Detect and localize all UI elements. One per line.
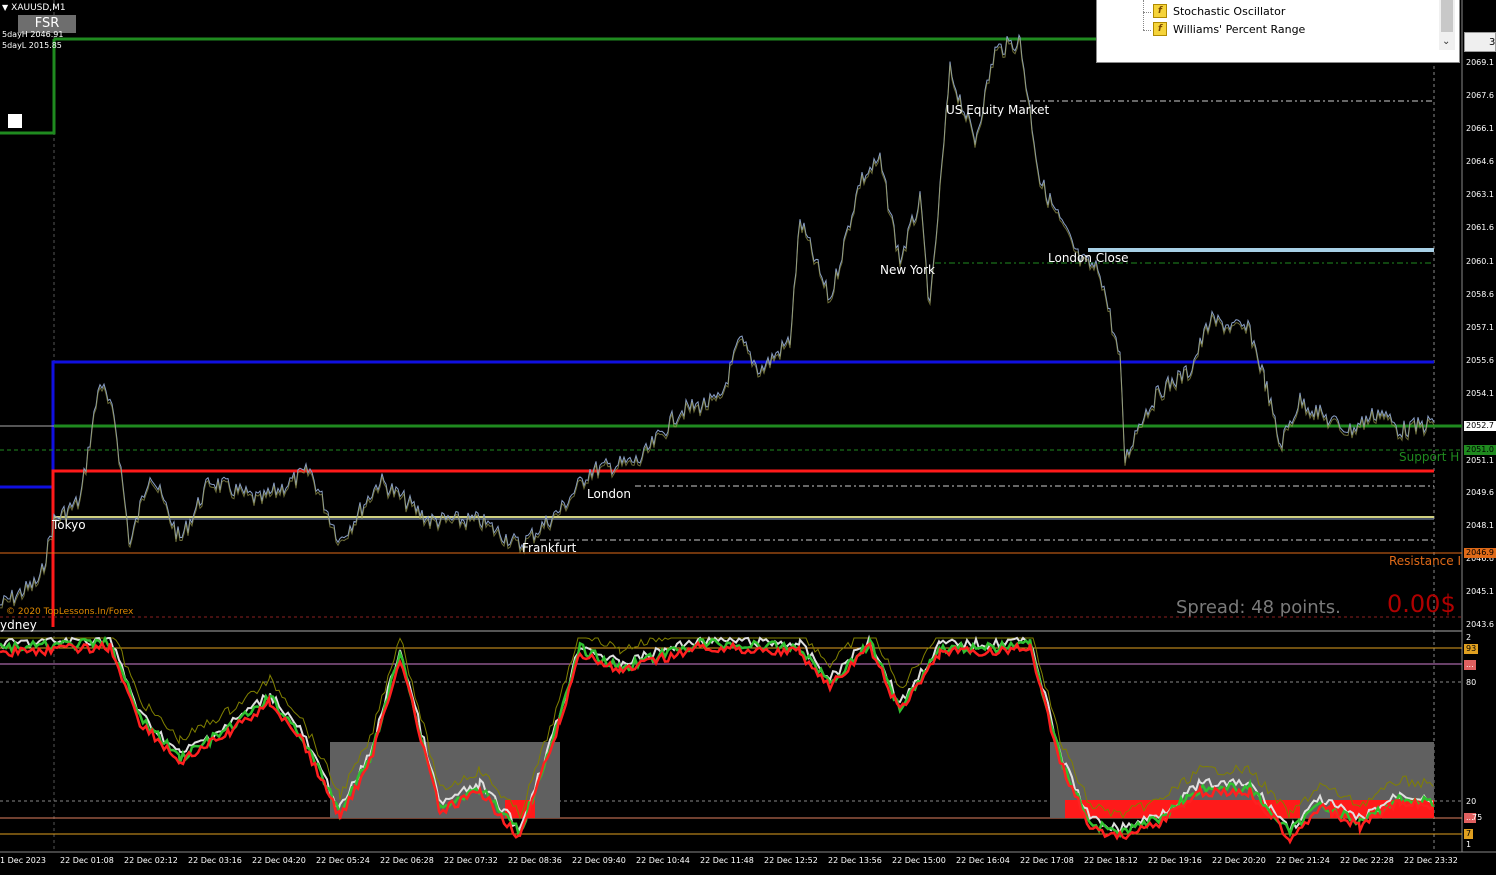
five-day-high-label: 5dayH 2046.91 [2,30,64,39]
time-tick-label: 22 Dec 07:32 [444,856,498,865]
navigator-panel[interactable]: f Stochastic Oscillator f Williams' Perc… [1096,0,1460,63]
osc-axis-bottom: 1 [1466,840,1472,849]
time-tick-label: 22 Dec 05:24 [316,856,370,865]
nav-item-label: Williams' Percent Range [1173,22,1306,36]
time-tick-label: 22 Dec 06:28 [380,856,434,865]
time-tick-label: 22 Dec 20:20 [1212,856,1266,865]
price-tick-label: 2064.6 [1466,157,1494,166]
support-price-tag: 2051.0 [1464,445,1496,455]
osc-tag-mid: ... [1464,660,1476,670]
osc-tag-93: 93 [1464,644,1479,654]
toolbar-box[interactable]: 3 [1464,32,1496,52]
price-tick-label: 2045.1 [1466,587,1494,596]
price-tick-label: 2066.1 [1466,124,1494,133]
price-tick-label: 2054.1 [1466,389,1494,398]
copyright-label: © 2020 TopLessons.In/Forex [6,607,134,617]
time-tick-label: 22 Dec 13:56 [828,856,882,865]
time-tick-label: 22 Dec 10:44 [636,856,690,865]
nav-item-williams[interactable]: f Williams' Percent Range [1153,22,1305,36]
symbol-text: XAUUSD,M1 [11,3,66,13]
price-tick-label: 2049.6 [1466,488,1494,497]
price-tick-label: 2061.6 [1466,223,1494,232]
session-london-close: London Close [1048,251,1129,265]
session-new-york: New York [880,263,935,277]
price-tick-label: 2043.6 [1466,620,1494,629]
time-tick-label: 22 Dec 22:28 [1340,856,1394,865]
time-tick-label: 22 Dec 12:52 [764,856,818,865]
time-tick-label: 22 Dec 08:36 [508,856,562,865]
time-tick-label: 22 Dec 03:16 [188,856,242,865]
osc-tag-7: 7 [1464,829,1474,839]
time-tick-label: 22 Dec 01:08 [60,856,114,865]
price-tick-label: 2051.1 [1466,456,1494,465]
spread-label: Spread: 48 points. [1176,597,1341,618]
profit-label: 0.00$ [1387,590,1456,618]
time-tick-label: 22 Dec 18:12 [1084,856,1138,865]
indicator-icon: f [1153,4,1167,18]
time-tick-label: 22 Dec 11:48 [700,856,754,865]
time-tick-label: 22 Dec 15:00 [892,856,946,865]
session-sydney: ydney [0,618,37,632]
scroll-down-icon[interactable]: ⌄ [1442,36,1450,47]
scrollbar-thumb[interactable] [1441,0,1453,32]
osc-axis-20: 20 [1466,797,1477,806]
indicator-icon: f [1153,22,1167,36]
nav-item-stochastic[interactable]: f Stochastic Oscillator [1153,4,1285,18]
time-tick-label: 22 Dec 16:04 [956,856,1010,865]
session-tokyo: Tokyo [52,518,86,532]
dropdown-arrow-icon[interactable]: ▼ [2,3,8,12]
price-line [0,33,1435,609]
time-tick-label: 22 Dec 21:24 [1276,856,1330,865]
osc-axis-80: 80 [1466,678,1477,687]
time-tick-label: 22 Dec 09:40 [572,856,626,865]
time-tick-label: 22 Dec 19:16 [1148,856,1202,865]
session-london: London [587,487,631,501]
navigator-scrollbar[interactable]: ⌄ [1439,0,1455,50]
symbol-label: ▼ XAUUSD,M1 [2,3,66,13]
price-tick-label: 2055.6 [1466,356,1494,365]
time-tick-label: 22 Dec 04:20 [252,856,306,865]
oscillator-panel [0,634,1462,845]
price-tick-label: 2067.6 [1466,91,1494,100]
price-tick-label: 2063.1 [1466,190,1494,199]
price-tick-label: 2058.6 [1466,290,1494,299]
time-tick-label: 22 Dec 17:08 [1020,856,1074,865]
resistance-price-tag: 2046.9 [1464,548,1496,558]
time-tick-label: 22 Dec 02:12 [124,856,178,865]
support-label: Support H [1399,450,1460,464]
five-day-low-label: 5dayL 2015.85 [2,41,62,50]
price-tick-label: 2057.1 [1466,323,1494,332]
current-price-tag: 2052.7 [1464,421,1496,431]
toggle-square-button[interactable] [8,114,22,128]
chart-window[interactable]: ▼ XAUUSD,M1 FSR 5dayH 2046.91 5dayL 2015.… [0,0,1496,875]
osc-axis-top: 2 [1466,633,1472,642]
time-tick-label: 1 Dec 2023 [0,856,47,865]
session-us-equity: US Equity Market [946,103,1050,117]
resistance-label: Resistance I [1389,554,1462,568]
nav-item-label: Stochastic Oscillator [1173,4,1286,18]
session-frankfurt: Frankfurt [522,541,577,555]
osc-axis-75: 75 [1472,813,1483,822]
price-tick-label: 2048.1 [1466,521,1494,530]
time-tick-label: 22 Dec 23:32 [1404,856,1458,865]
price-tick-label: 2060.1 [1466,257,1494,266]
price-tick-label: 2069.1 [1466,58,1494,67]
price-chart[interactable] [0,0,1496,875]
